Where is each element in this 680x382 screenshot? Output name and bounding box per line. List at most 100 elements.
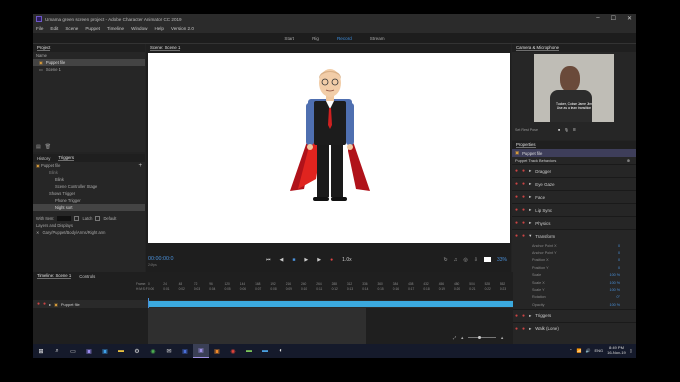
visibility-icon[interactable]: ● xyxy=(37,301,40,307)
property-value[interactable]: 0 xyxy=(618,244,620,248)
set-rest-pose-button[interactable]: Set Rest Pose xyxy=(515,128,538,132)
arm-icon[interactable]: ● xyxy=(522,220,525,226)
zoom-level[interactable]: 33% xyxy=(497,257,507,263)
camera-tab[interactable]: Camera & Microphone xyxy=(516,45,559,51)
fit-icon[interactable]: ⤢ xyxy=(453,335,456,340)
workspace-record[interactable]: Record xyxy=(337,36,352,41)
expand-icon[interactable]: ▸ xyxy=(529,194,531,200)
arm-icon[interactable]: ● xyxy=(522,326,525,332)
speed-label[interactable]: 1.0x xyxy=(342,257,351,263)
expand-icon[interactable]: ▸ xyxy=(529,181,531,187)
menu-edit[interactable]: Edit xyxy=(50,26,58,31)
arm-icon[interactable]: ● xyxy=(522,313,525,319)
trigger-item-selected[interactable]: Night sort xyxy=(33,204,145,211)
expand-icon[interactable]: ▸ xyxy=(49,302,51,307)
expand-icon[interactable]: ▸ xyxy=(529,220,531,226)
property-value[interactable]: 100 % xyxy=(610,303,620,307)
skip-start-icon[interactable]: ⏮ xyxy=(266,257,271,263)
add-trigger-icon[interactable]: + xyxy=(138,163,142,169)
record-icon[interactable]: ● xyxy=(330,257,333,263)
menu-puppet[interactable]: Puppet xyxy=(85,26,100,31)
behavior-row[interactable]: ● ● ▸ Physics xyxy=(512,216,636,229)
paint-icon[interactable]: ▬ xyxy=(257,344,273,358)
name-column-header[interactable]: Name xyxy=(33,52,145,59)
search-icon[interactable]: ⌕ xyxy=(49,344,65,358)
camera-icon[interactable]: ◎ xyxy=(463,257,467,263)
arm-icon[interactable]: ● xyxy=(522,233,525,239)
project-item-scene[interactable]: ▭ Scene 1 xyxy=(33,66,145,73)
visibility-icon[interactable]: ● xyxy=(515,181,518,187)
photoshop-icon[interactable]: ▣ xyxy=(97,344,113,358)
workspace-stream[interactable]: Stream xyxy=(370,36,385,41)
track-bar[interactable] xyxy=(148,301,513,307)
arm-icon[interactable]: ● xyxy=(522,168,525,174)
transform-row[interactable]: Scale X 100 % xyxy=(512,279,636,286)
property-value[interactable]: 100 % xyxy=(610,288,620,292)
export-icon[interactable]: ⇩ xyxy=(474,257,478,263)
trigger-item[interactable]: Phone Trigger xyxy=(33,197,145,204)
clock[interactable]: 8:49 PM 16-Nov-19 xyxy=(607,345,626,355)
behavior-row[interactable]: ● ● ▸ Lip Sync xyxy=(512,203,636,216)
menu-timeline[interactable]: Timeline xyxy=(107,26,124,31)
add-behavior-icon[interactable]: ⊕ xyxy=(627,158,630,163)
trigger-control[interactable]: Blink xyxy=(33,169,145,176)
trigger-group[interactable]: Shows Trigger xyxy=(33,190,145,197)
visibility-icon[interactable]: ● xyxy=(515,313,518,319)
expand-icon[interactable]: ▸ xyxy=(529,207,531,213)
mic-icon[interactable]: 🎙 xyxy=(564,128,569,132)
project-tab[interactable]: Project xyxy=(37,45,51,51)
visibility-icon[interactable]: ● xyxy=(515,168,518,174)
scene-tab[interactable]: Scene: Scene 1 xyxy=(150,45,181,51)
visibility-icon[interactable]: ● xyxy=(515,220,518,226)
close-button[interactable]: ✕ xyxy=(627,15,632,22)
property-value[interactable]: 0 xyxy=(618,266,620,270)
with-item-field[interactable] xyxy=(57,216,72,221)
workspace-rig[interactable]: Rig xyxy=(312,36,319,41)
arm-icon[interactable]: ● xyxy=(522,207,525,213)
transform-row[interactable]: Scale 100 % xyxy=(512,272,636,279)
background-swatch[interactable] xyxy=(483,257,491,262)
property-value[interactable]: 100 % xyxy=(610,273,620,277)
behavior-row[interactable]: ● ● ▸ Dragger xyxy=(512,164,636,177)
tab-triggers[interactable]: Triggers xyxy=(58,155,74,161)
behavior-row[interactable]: ● ● ▸ Triggers xyxy=(512,308,636,322)
zoom-slider[interactable] xyxy=(468,335,497,339)
visibility-icon[interactable]: ● xyxy=(515,207,518,213)
visibility-icon[interactable]: ● xyxy=(515,233,518,239)
up-arrow-icon[interactable]: ⌃ xyxy=(569,348,572,353)
visibility-icon[interactable]: ● xyxy=(515,194,518,200)
layer-path[interactable]: ✕ Gary/Puppet/Body/Arms/Right arm xyxy=(33,229,145,236)
illustrator-icon[interactable]: ▣ xyxy=(209,344,225,358)
language-indicator[interactable]: ENG xyxy=(594,348,603,353)
arm-icon[interactable]: ● xyxy=(522,181,525,187)
arm-icon[interactable]: ● xyxy=(522,194,525,200)
step-forward-icon[interactable]: ▶ xyxy=(317,257,321,263)
transform-row[interactable]: Anchor Point Y 0 xyxy=(512,249,636,256)
windows-start-icon[interactable]: ⊞ xyxy=(33,344,49,358)
stop-icon[interactable]: ■ xyxy=(292,257,295,263)
visibility-icon[interactable]: ● xyxy=(515,326,518,332)
mail-icon[interactable]: ✉ xyxy=(161,344,177,358)
property-value[interactable]: 0 xyxy=(618,258,620,262)
menu-help[interactable]: Help xyxy=(154,26,163,31)
chrome-icon[interactable]: ◉ xyxy=(145,344,161,358)
behavior-row[interactable]: ● ● ▸ Walk (Lone) xyxy=(512,321,636,335)
expand-icon[interactable]: ▾ xyxy=(529,233,531,239)
character-animator-taskbar-icon[interactable]: ▣ xyxy=(193,344,209,358)
delete-icon[interactable]: 🗑 xyxy=(45,144,51,150)
property-value[interactable]: 100 % xyxy=(610,281,620,285)
latch-checkbox[interactable] xyxy=(74,216,80,221)
tab-history[interactable]: History xyxy=(37,156,50,161)
transform-row[interactable]: Scale Y 100 % xyxy=(512,286,636,293)
record-arm-icon[interactable]: ● xyxy=(43,301,46,307)
step-back-icon[interactable]: ◀ xyxy=(280,257,284,263)
settings-icon[interactable]: ☰ xyxy=(573,128,576,132)
property-value[interactable]: 0° xyxy=(616,295,620,299)
photos-icon[interactable]: ▬ xyxy=(241,344,257,358)
properties-tab[interactable]: Properties xyxy=(516,142,536,148)
app-icon[interactable]: ◐ xyxy=(273,344,289,358)
media-encoder-icon[interactable]: ▣ xyxy=(177,344,193,358)
minimize-button[interactable]: – xyxy=(596,15,599,22)
premiere-icon[interactable]: ▣ xyxy=(81,344,97,358)
expand-icon[interactable]: ▸ xyxy=(529,313,531,319)
